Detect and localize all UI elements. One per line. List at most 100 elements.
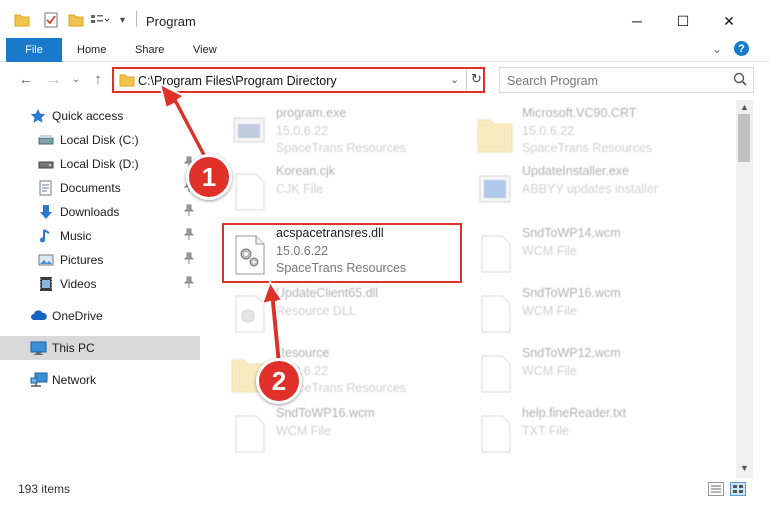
- star-icon: [30, 108, 46, 124]
- file-name: UpdateClient65.dll: [276, 286, 379, 300]
- file-item-microsoft-vc90-crt[interactable]: Microsoft.VC90.CRT 15.0.6.22 SpaceTrans …: [470, 104, 720, 160]
- details-view-button[interactable]: [708, 482, 724, 496]
- file-name: program.exe: [276, 106, 347, 120]
- file-item-help-txt[interactable]: help.fineReader.txt TXT File: [470, 404, 720, 460]
- maximize-button[interactable]: ☐: [660, 6, 706, 36]
- file-item-korean-cjk[interactable]: Korean.cjk CJK File: [224, 162, 474, 218]
- file-detail: 15.0.6.22: [522, 124, 575, 138]
- view-options-icon[interactable]: [90, 11, 110, 29]
- large-icons-view-button[interactable]: [730, 482, 746, 496]
- back-button[interactable]: ←: [16, 69, 36, 89]
- address-dropdown-icon[interactable]: ⌄: [450, 73, 459, 86]
- tab-home[interactable]: Home: [77, 38, 106, 62]
- sidebar-item-network[interactable]: Network: [0, 368, 200, 392]
- refresh-button[interactable]: ↻: [471, 71, 482, 87]
- exe-file-icon: [230, 114, 268, 156]
- document-file-icon: [476, 354, 514, 396]
- file-item-program-exe[interactable]: program.exe 15.0.6.22 SpaceTrans Resourc…: [224, 104, 474, 160]
- file-item-updateclient65-dll[interactable]: UpdateClient65.dll Resource DLL: [224, 284, 474, 340]
- forward-button[interactable]: →: [44, 69, 64, 89]
- minimize-button[interactable]: ─: [614, 6, 660, 36]
- sidebar-item-pictures[interactable]: Pictures: [0, 248, 200, 272]
- pc-icon: [30, 340, 47, 356]
- step-1-badge: 1: [186, 154, 232, 200]
- search-icon: [733, 72, 747, 89]
- sidebar-item-label: Local Disk (D:): [60, 157, 139, 171]
- pin-icon[interactable]: [183, 252, 195, 267]
- pictures-icon: [38, 252, 54, 268]
- sidebar-item-videos[interactable]: Videos: [0, 272, 200, 296]
- sidebar-item-label: Network: [52, 373, 97, 387]
- file-detail: 15.0.6.22: [276, 124, 329, 138]
- document-file-icon: [230, 414, 268, 456]
- search-placeholder: Search Program: [507, 74, 599, 88]
- sidebar-item-this-pc[interactable]: This PC: [0, 336, 200, 360]
- sidebar-item-quick-access[interactable]: Quick access: [0, 104, 200, 128]
- folder-icon: [476, 114, 514, 156]
- scroll-thumb[interactable]: [738, 114, 750, 162]
- dll-gear-icon: [230, 294, 268, 336]
- file-item-sndtowp16-wcm[interactable]: SndToWP16.wcm WCM File: [470, 284, 720, 340]
- tab-view[interactable]: View: [193, 38, 217, 62]
- customize-toolbar-chevron-icon[interactable]: ▾: [120, 11, 125, 29]
- sidebar-item-documents[interactable]: Documents: [0, 176, 200, 200]
- sidebar-item-onedrive[interactable]: OneDrive: [0, 304, 200, 328]
- tab-share[interactable]: Share: [135, 38, 164, 62]
- recent-locations-button[interactable]: ⌄: [70, 69, 82, 89]
- scroll-down-icon[interactable]: ▼: [740, 463, 749, 473]
- expand-ribbon-icon[interactable]: ⌄: [712, 42, 722, 56]
- up-button[interactable]: ↑: [88, 69, 108, 89]
- help-icon[interactable]: ?: [734, 41, 749, 56]
- drive-icon: [38, 132, 54, 148]
- network-icon: [30, 372, 48, 388]
- sidebar-item-label: Documents: [60, 181, 121, 195]
- pin-icon[interactable]: [183, 276, 195, 291]
- navigation-pane: Quick access Local Disk (C:) Local Disk …: [0, 100, 200, 478]
- search-input[interactable]: Search Program: [499, 67, 754, 93]
- file-detail: Resource DLL: [276, 304, 356, 318]
- sidebar-item-local-disk-c[interactable]: Local Disk (C:): [0, 128, 200, 152]
- file-name: Microsoft.VC90.CRT: [522, 106, 637, 120]
- new-folder-icon[interactable]: [68, 11, 84, 29]
- file-item-updateinstaller-exe[interactable]: UpdateInstaller.exe ABBYY updates instal…: [470, 162, 720, 218]
- sidebar-item-label: This PC: [52, 341, 95, 355]
- file-name: SndToWP12.wcm: [522, 346, 621, 360]
- tab-file[interactable]: File: [6, 38, 62, 62]
- file-name: SndToWP14.wcm: [522, 226, 621, 240]
- cloud-icon: [30, 308, 47, 324]
- text-file-icon: [476, 414, 514, 456]
- sidebar-item-downloads[interactable]: Downloads: [0, 200, 200, 224]
- file-detail: WCM File: [276, 424, 331, 438]
- pin-icon[interactable]: [183, 228, 195, 243]
- address-path[interactable]: C:\Program Files\Program Directory: [138, 74, 337, 88]
- vertical-scrollbar[interactable]: ▲ ▼: [736, 100, 753, 478]
- file-explorer-window: ▾ Program ─ ☐ ✕ File Home Share View ⌄ ?…: [0, 0, 769, 516]
- title-bar: ▾ Program ─ ☐ ✕: [0, 0, 769, 38]
- properties-icon[interactable]: [44, 11, 58, 29]
- videos-icon: [38, 276, 54, 292]
- address-divider: [466, 69, 467, 91]
- sidebar-item-music[interactable]: Music: [0, 224, 200, 248]
- title-divider: [136, 11, 137, 27]
- sidebar-item-label: Music: [60, 229, 92, 243]
- address-bar[interactable]: C:\Program Files\Program Directory ⌄ ↻: [112, 67, 485, 93]
- document-file-icon: [476, 294, 514, 336]
- close-button[interactable]: ✕: [706, 6, 752, 36]
- ribbon-tabs: File Home Share View ⌄: [0, 38, 769, 62]
- folder-icon: [14, 11, 30, 29]
- file-detail: WCM File: [522, 364, 577, 378]
- sidebar-item-local-disk-d[interactable]: Local Disk (D:): [0, 152, 200, 176]
- pin-icon[interactable]: [183, 204, 195, 219]
- file-name: Korean.cjk: [276, 164, 336, 178]
- window-title: Program: [146, 14, 196, 29]
- scroll-up-icon[interactable]: ▲: [740, 102, 749, 112]
- file-name: SndToWP16.wcm: [276, 406, 375, 420]
- music-icon: [38, 228, 54, 244]
- file-item-sndtowp16-wcm-2[interactable]: SndToWP16.wcm WCM File: [224, 404, 474, 460]
- document-file-icon: [476, 234, 514, 276]
- file-item-sndtowp12-wcm[interactable]: SndToWP12.wcm WCM File: [470, 344, 720, 400]
- navigation-bar: ← → ⌄ ↑ C:\Program Files\Program Directo…: [0, 63, 769, 97]
- file-item-sndtowp14-wcm[interactable]: SndToWP14.wcm WCM File: [470, 224, 720, 280]
- details-view-icon: [711, 485, 721, 493]
- sidebar-item-label: Pictures: [60, 253, 104, 267]
